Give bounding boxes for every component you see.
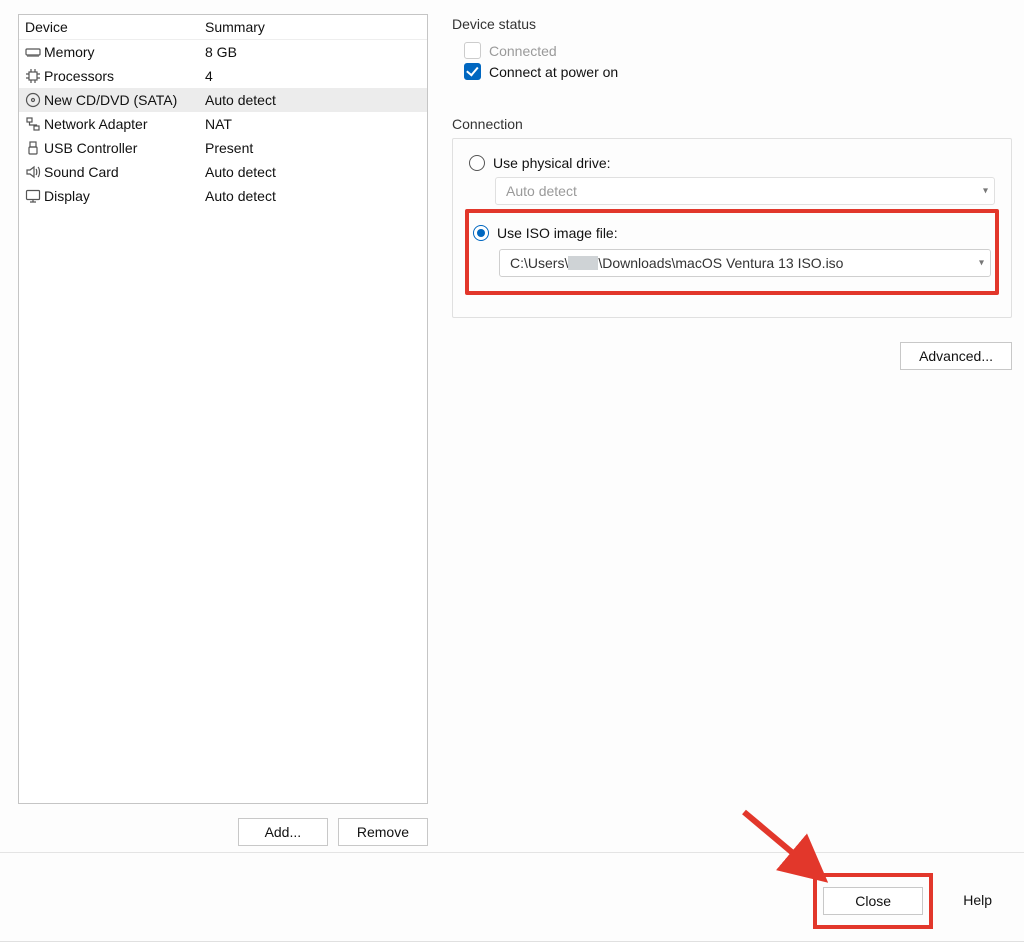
device-summary: 4 (205, 66, 421, 86)
device-row-usb[interactable]: USB Controller Present (19, 136, 427, 160)
device-summary: Auto detect (205, 90, 421, 110)
physical-drive-combo: Auto detect ▾ (495, 177, 995, 205)
use-iso-radio[interactable] (473, 225, 489, 241)
remove-button[interactable]: Remove (338, 818, 428, 846)
use-physical-label: Use physical drive: (493, 155, 611, 171)
device-summary: Auto detect (205, 162, 421, 182)
use-physical-radio[interactable] (469, 155, 485, 171)
advanced-button[interactable]: Advanced... (900, 342, 1012, 370)
device-label: Network Adapter (44, 114, 148, 134)
device-row-cd-dvd[interactable]: New CD/DVD (SATA) Auto detect (19, 88, 427, 112)
device-row-sound[interactable]: Sound Card Auto detect (19, 160, 427, 184)
help-button[interactable]: Help (945, 887, 1010, 913)
device-label: Memory (44, 42, 95, 62)
close-button[interactable]: Close (823, 887, 923, 915)
close-highlight-annotation: Close (813, 873, 933, 929)
cpu-icon (25, 68, 41, 84)
header-summary: Summary (205, 17, 421, 37)
device-label: USB Controller (44, 138, 137, 158)
connect-poweron-label: Connect at power on (489, 64, 618, 80)
usb-icon (25, 140, 41, 156)
connected-checkbox-row: Connected (464, 42, 1012, 59)
device-summary: NAT (205, 114, 421, 134)
use-physical-radio-row[interactable]: Use physical drive: (469, 155, 995, 171)
device-row-network[interactable]: Network Adapter NAT (19, 112, 427, 136)
device-list-header: Device Summary (19, 15, 427, 40)
iso-path-combo[interactable]: C:\Users\\Downloads\macOS Ventura 13 ISO… (499, 249, 991, 277)
device-label: New CD/DVD (SATA) (44, 90, 177, 110)
device-summary: 8 GB (205, 42, 421, 62)
disc-icon (25, 92, 41, 108)
iso-path-value: C:\Users\\Downloads\macOS Ventura 13 ISO… (510, 255, 843, 271)
chevron-down-icon[interactable]: ▾ (979, 258, 984, 269)
device-row-processors[interactable]: Processors 4 (19, 64, 427, 88)
device-status-title: Device status (452, 16, 1012, 32)
connected-checkbox (464, 42, 481, 59)
redacted-username (568, 256, 598, 270)
display-icon (25, 188, 41, 204)
memory-icon (25, 44, 41, 60)
header-device: Device (25, 17, 205, 37)
device-label: Processors (44, 66, 114, 86)
device-list[interactable]: Device Summary Memory 8 GB Processors (18, 14, 428, 804)
device-row-memory[interactable]: Memory 8 GB (19, 40, 427, 64)
device-row-display[interactable]: Display Auto detect (19, 184, 427, 208)
connect-poweron-checkbox-row[interactable]: Connect at power on (464, 63, 1012, 80)
use-iso-label: Use ISO image file: (497, 225, 618, 241)
add-button[interactable]: Add... (238, 818, 328, 846)
connected-label: Connected (489, 43, 557, 59)
device-summary: Present (205, 138, 421, 158)
device-label: Sound Card (44, 162, 119, 182)
device-summary: Auto detect (205, 186, 421, 206)
physical-drive-value: Auto detect (506, 183, 577, 199)
sound-icon (25, 164, 41, 180)
device-label: Display (44, 186, 90, 206)
connection-title: Connection (452, 116, 1012, 132)
use-iso-radio-row[interactable]: Use ISO image file: (473, 225, 991, 241)
network-icon (25, 116, 41, 132)
connection-group: Use physical drive: Auto detect ▾ Use IS… (452, 138, 1012, 318)
chevron-down-icon: ▾ (983, 186, 988, 197)
connect-poweron-checkbox[interactable] (464, 63, 481, 80)
iso-highlight-annotation: Use ISO image file: C:\Users\\Downloads\… (465, 209, 999, 295)
